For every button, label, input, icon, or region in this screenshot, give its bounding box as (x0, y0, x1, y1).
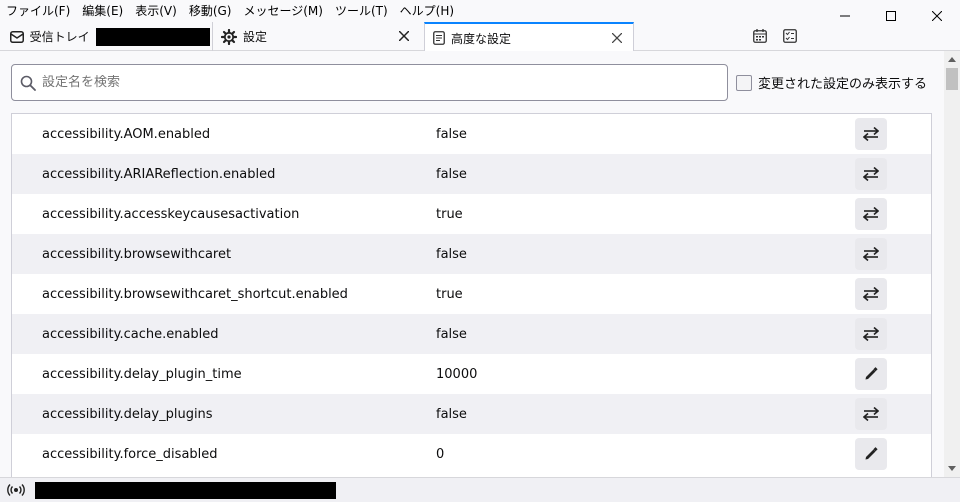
gear-icon (221, 28, 237, 45)
toolbar-icons (750, 26, 800, 46)
menu-file[interactable]: ファイル(F) (0, 0, 76, 22)
menubar: ファイル(F) 編集(E) 表示(V) 移動(G) メッセージ(M) ツール(T… (0, 0, 960, 22)
pref-value: false (436, 246, 467, 262)
pref-name: accessibility.delay_plugins (42, 406, 213, 422)
pref-name: accessibility.AOM.enabled (42, 126, 211, 142)
toggle-icon (863, 207, 879, 221)
scroll-down-button[interactable] (944, 460, 960, 477)
pref-value: 0 (436, 446, 445, 462)
pref-value: true (436, 206, 463, 222)
pref-row[interactable]: accessibility.delay_plugins false (12, 394, 931, 434)
pref-name: accessibility.accesskeycausesactivation (42, 206, 300, 222)
toggle-icon (863, 247, 879, 261)
tab-settings[interactable]: 設定 (212, 22, 420, 51)
close-icon (932, 11, 942, 21)
pref-name: accessibility.delay_plugin_time (42, 366, 242, 382)
menu-go[interactable]: 移動(G) (183, 0, 238, 22)
pref-row[interactable]: accessibility.AOM.enabled false (12, 114, 931, 154)
scrollbar-thumb[interactable] (946, 68, 958, 90)
pref-name: accessibility.cache.enabled (42, 326, 219, 342)
redacted-status (35, 481, 336, 499)
pref-value: false (436, 326, 467, 342)
pref-value: false (436, 166, 467, 182)
pref-row[interactable]: accessibility.browsewithcaret false (12, 234, 931, 274)
pref-row[interactable]: accessibility.delay_plugin_time 10000 (12, 354, 931, 394)
menu-edit[interactable]: 編集(E) (76, 0, 129, 22)
menu-message[interactable]: メッセージ(M) (237, 0, 328, 22)
close-tab-settings-button[interactable] (396, 28, 412, 44)
pref-row[interactable]: accessibility.cache.enabled false (12, 314, 931, 354)
toggle-button[interactable] (855, 238, 887, 270)
chevron-down-icon (948, 466, 956, 471)
maximize-icon (886, 11, 896, 21)
toggle-button[interactable] (855, 398, 887, 430)
pref-name: accessibility.force_disabled (42, 446, 218, 462)
toggle-icon (863, 167, 879, 181)
pref-row[interactable]: accessibility.force_disabled 0 (12, 434, 931, 474)
tab-inbox[interactable]: 受信トレイ (0, 22, 210, 51)
toggle-button[interactable] (855, 318, 887, 350)
about-config-page: 変更された設定のみ表示する accessibility.AOM.enabled f… (0, 51, 944, 477)
pref-value: false (436, 406, 467, 422)
vertical-scrollbar[interactable] (944, 51, 960, 477)
show-modified-label: 変更された設定のみ表示する (758, 77, 928, 92)
close-tab-advanced-button[interactable] (609, 30, 625, 46)
pref-value: false (436, 126, 467, 142)
calendar-icon (753, 29, 767, 43)
tasks-icon (783, 29, 797, 43)
pref-name: accessibility.browsewithcaret_shortcut.e… (42, 286, 348, 302)
menu-help[interactable]: ヘルプ(H) (394, 0, 460, 22)
tab-advanced-label: 高度な設定 (451, 31, 512, 46)
toggle-icon (863, 327, 879, 341)
tab-inbox-label: 受信トレイ (29, 30, 90, 44)
toggle-button[interactable] (855, 118, 887, 150)
toggle-button[interactable] (855, 278, 887, 310)
envelope-icon (10, 30, 24, 43)
pref-row[interactable]: accessibility.browsewithcaret_shortcut.e… (12, 274, 931, 314)
toggle-icon (863, 127, 879, 141)
pencil-icon (865, 367, 878, 380)
pref-value: 10000 (436, 366, 478, 382)
search-icon (20, 75, 36, 91)
menu-tools[interactable]: ツール(T) (329, 0, 394, 22)
chevron-up-icon (948, 57, 956, 62)
toggle-icon (863, 407, 879, 421)
edit-button[interactable] (855, 358, 887, 390)
document-icon (433, 31, 445, 45)
close-icon (399, 31, 409, 41)
toggle-button[interactable] (855, 158, 887, 190)
show-modified-checkbox[interactable] (736, 74, 752, 91)
tab-bar: 受信トレイ 設定 高度な設定 (0, 22, 960, 52)
toggle-icon (863, 287, 879, 301)
menu-view[interactable]: 表示(V) (129, 0, 183, 22)
redacted-account (95, 27, 210, 46)
minimize-icon (840, 15, 850, 17)
toggle-button[interactable] (855, 198, 887, 230)
search-box[interactable] (11, 64, 728, 101)
pref-value: true (436, 286, 463, 302)
tasks-button[interactable] (780, 26, 800, 46)
pref-name: accessibility.browsewithcaret (42, 246, 232, 262)
online-status-icon (7, 484, 25, 496)
scroll-up-button[interactable] (944, 51, 960, 68)
status-bar (0, 477, 960, 502)
pref-row[interactable]: accessibility.accesskeycausesactivation t… (12, 194, 931, 234)
edit-button[interactable] (855, 438, 887, 470)
tab-advanced-settings[interactable]: 高度な設定 (424, 22, 634, 52)
show-modified-toggle[interactable]: 変更された設定のみ表示する (736, 73, 927, 92)
pencil-icon (865, 447, 878, 460)
pref-name: accessibility.ARIAReflection.enabled (42, 166, 276, 182)
tab-settings-label: 設定 (243, 30, 268, 44)
search-input[interactable] (42, 75, 692, 90)
close-icon (612, 33, 622, 43)
calendar-button[interactable] (750, 26, 770, 46)
prefs-table: accessibility.AOM.enabled false accessibil… (11, 113, 932, 477)
pref-row[interactable]: accessibility.ARIAReflection.enabled fals… (12, 154, 931, 194)
